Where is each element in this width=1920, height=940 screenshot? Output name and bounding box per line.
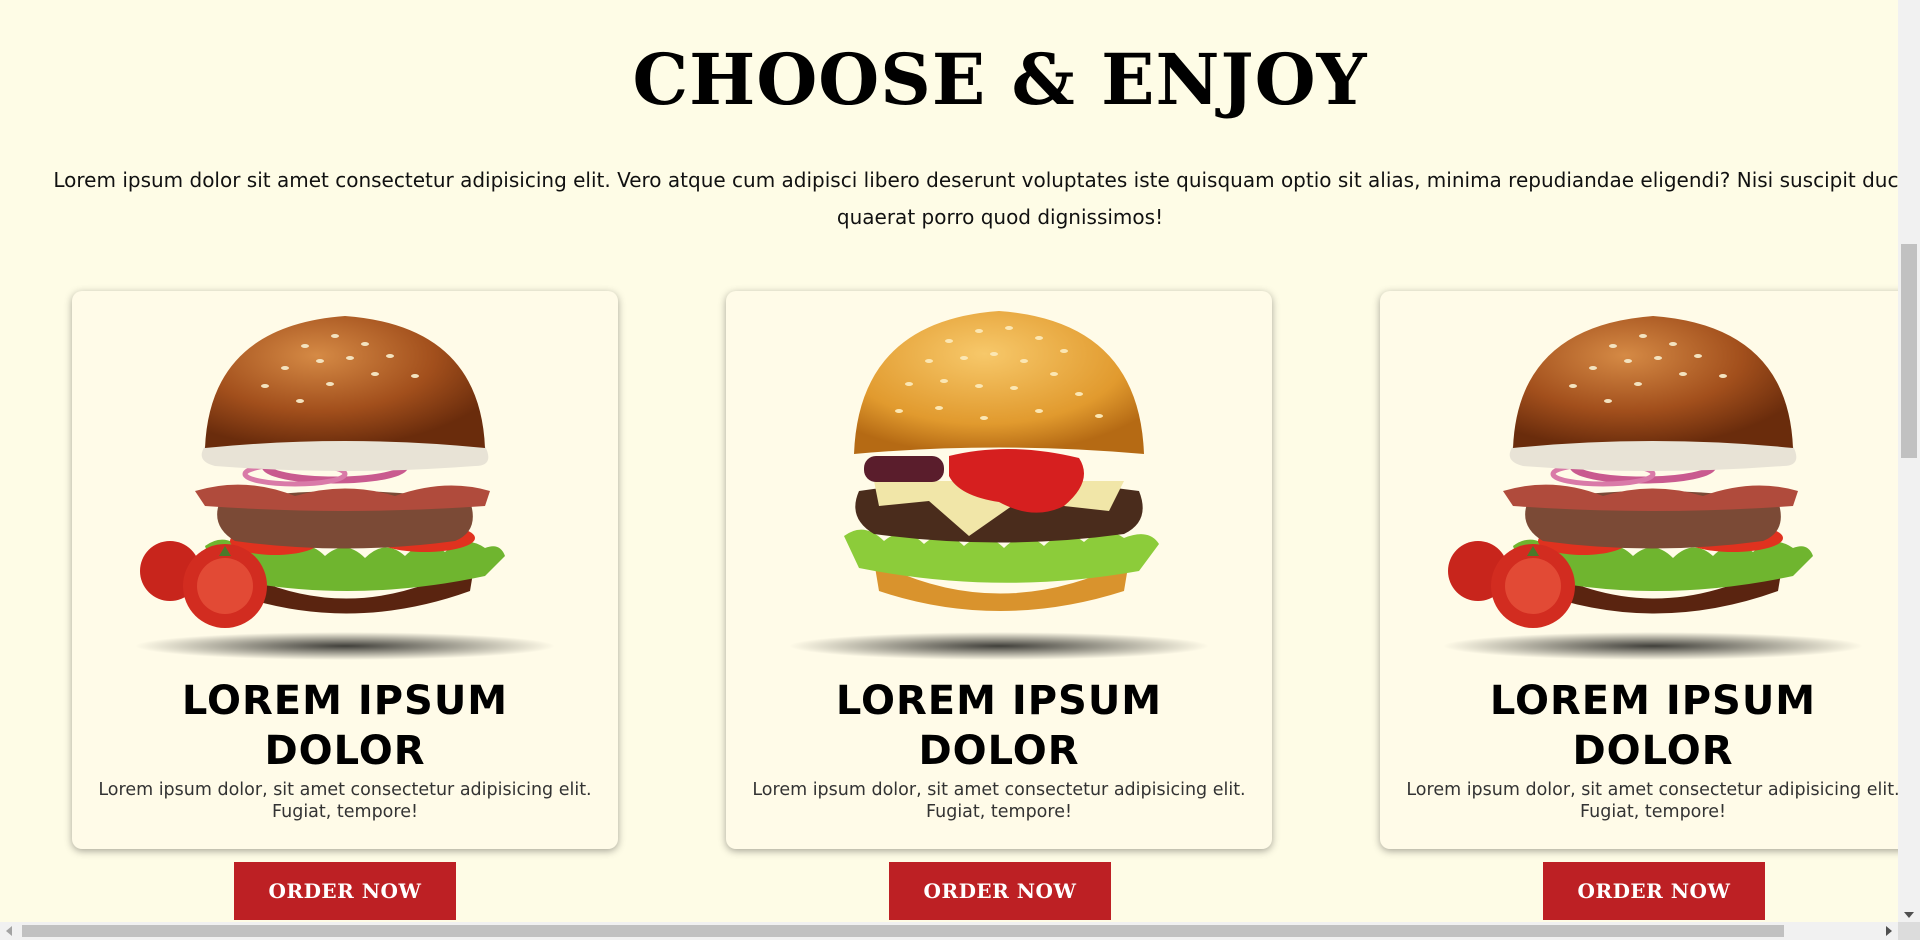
page-viewport: CHOOSE & ENJOY Lorem ipsum dolor sit ame… — [0, 0, 1898, 922]
burger-image — [1443, 316, 1863, 660]
product-card: LOREM IPSUM DOLOR Lorem ipsum dolor, sit… — [72, 291, 618, 849]
scrollbar-corner — [1898, 922, 1920, 940]
card-description: Lorem ipsum dolor, sit amet consectetur … — [1406, 780, 1898, 822]
card-title: LOREM IPSUM DOLOR — [1380, 676, 1898, 776]
card-description: Lorem ipsum dolor, sit amet consectetur … — [98, 780, 592, 822]
card-title-line: LOREM IPSUM — [835, 678, 1163, 724]
section-title: CHOOSE & ENJOY — [632, 38, 1368, 121]
scroll-right-arrow-icon[interactable] — [1886, 926, 1892, 936]
card-title-line: DOLOR — [264, 728, 426, 774]
card-title: LOREM IPSUM DOLOR — [726, 676, 1272, 776]
card-title-line: DOLOR — [918, 728, 1080, 774]
order-now-button[interactable]: ORDER NOW — [234, 862, 456, 920]
horizontal-scrollbar-thumb[interactable] — [22, 925, 1784, 937]
card-description: Lorem ipsum dolor, sit amet consectetur … — [752, 780, 1246, 822]
card-title-line: LOREM IPSUM — [1489, 678, 1817, 724]
burger-image — [135, 316, 555, 660]
scroll-left-arrow-icon[interactable] — [6, 926, 12, 936]
card-title-line: LOREM IPSUM — [181, 678, 509, 724]
vertical-scrollbar-thumb[interactable] — [1901, 244, 1917, 458]
order-now-button[interactable]: ORDER NOW — [889, 862, 1111, 920]
section-intro: Lorem ipsum dolor sit amet consectetur a… — [53, 168, 1898, 229]
horizontal-scrollbar[interactable] — [0, 922, 1898, 940]
vertical-scrollbar[interactable] — [1898, 0, 1920, 922]
card-title-line: DOLOR — [1572, 728, 1734, 774]
product-card: LOREM IPSUM DOLOR Lorem ipsum dolor, sit… — [726, 291, 1272, 849]
burger-image — [789, 311, 1209, 660]
order-now-button[interactable]: ORDER NOW — [1543, 862, 1765, 920]
product-card: LOREM IPSUM DOLOR Lorem ipsum dolor, sit… — [1380, 291, 1898, 849]
scroll-down-arrow-icon[interactable] — [1904, 912, 1914, 918]
card-title: LOREM IPSUM DOLOR — [72, 676, 618, 776]
